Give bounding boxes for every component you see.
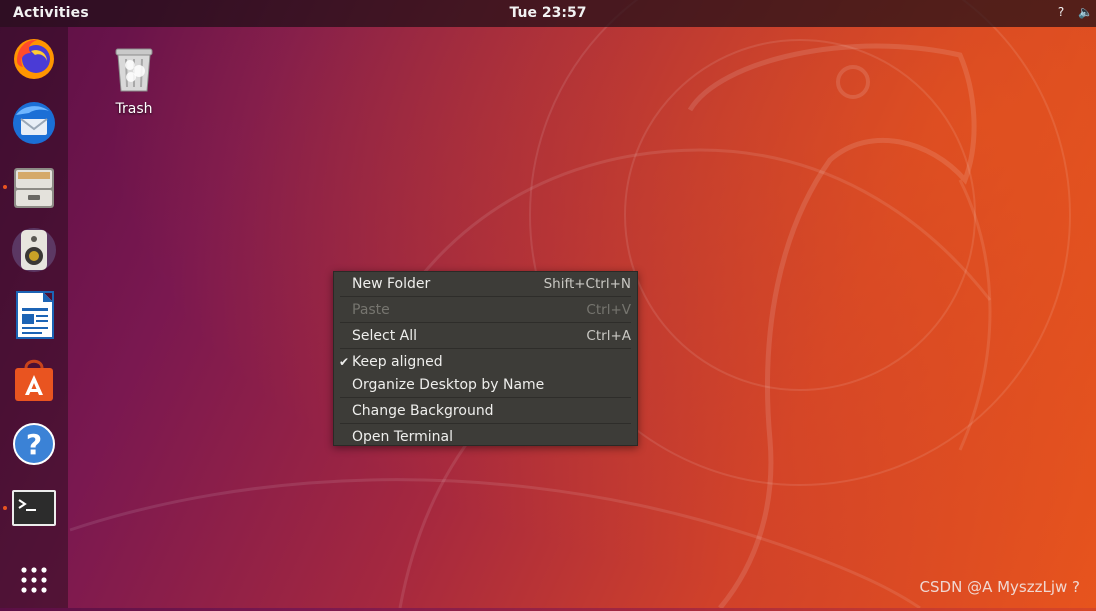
menu-item-new-folder[interactable]: New Folder Shift+Ctrl+N (334, 273, 637, 295)
menu-item-accelerator: Ctrl+A (586, 328, 631, 344)
menu-item-label: Open Terminal (352, 429, 454, 445)
clock[interactable]: Tue 23:57 (0, 5, 1096, 21)
firefox-icon (14, 39, 54, 79)
show-applications-button[interactable] (9, 557, 59, 607)
dock-item-help[interactable]: ? (9, 419, 59, 469)
menu-item-label: Paste (352, 302, 390, 318)
menu-item-label: Change Background (352, 403, 494, 419)
menu-item-organize-by-name[interactable]: Organize Desktop by Name (334, 374, 637, 396)
thunderbird-icon (13, 102, 55, 144)
menu-separator (340, 348, 631, 349)
dock-item-firefox[interactable] (9, 33, 59, 83)
menu-item-keep-aligned[interactable]: ✔ Keep aligned (334, 351, 637, 373)
menu-item-select-all[interactable]: Select All Ctrl+A (334, 325, 637, 347)
trash-label: Trash (115, 101, 153, 117)
desktop-icon-trash[interactable]: Trash (105, 45, 163, 117)
top-bar: Activities Tue 23:57 ? 🔈 (0, 0, 1096, 27)
menu-item-change-background[interactable]: Change Background (334, 400, 637, 422)
dock-item-files[interactable] (9, 162, 59, 212)
speaker-icon (12, 228, 56, 272)
dock-item-writer[interactable] (9, 290, 59, 340)
dock: ? (0, 27, 68, 608)
menu-item-paste: Paste Ctrl+V (334, 299, 637, 321)
menu-separator (340, 397, 631, 398)
menu-item-label: New Folder (352, 276, 431, 292)
shopping-bag-icon (15, 359, 53, 401)
system-tray[interactable]: ? 🔈 (1054, 5, 1093, 21)
menu-item-open-terminal[interactable]: Open Terminal (334, 426, 637, 448)
writer-document-icon (16, 291, 54, 339)
svg-text:?: ? (26, 428, 42, 461)
app-grid-icon (21, 567, 47, 593)
desktop-context-menu: New Folder Shift+Ctrl+N Paste Ctrl+V Sel… (333, 271, 638, 446)
menu-item-label: Organize Desktop by Name (352, 377, 545, 393)
menu-item-label: Select All (352, 328, 417, 344)
running-indicator-files (3, 185, 7, 189)
terminal-icon (12, 490, 56, 526)
dock-item-terminal[interactable] (9, 484, 59, 534)
trash-icon (115, 48, 153, 92)
menu-item-accelerator: Ctrl+V (586, 302, 631, 318)
dock-item-rhythmbox[interactable] (9, 225, 59, 275)
network-question-icon[interactable]: ? (1054, 5, 1068, 21)
running-indicator-terminal (3, 506, 7, 510)
help-icon: ? (13, 423, 55, 465)
menu-item-accelerator: Shift+Ctrl+N (543, 276, 631, 292)
menu-separator (340, 423, 631, 424)
checkmark-icon: ✔ (339, 355, 350, 369)
dock-item-thunderbird[interactable] (9, 97, 59, 147)
dock-item-ubuntu-software[interactable] (9, 355, 59, 405)
file-cabinet-icon (14, 168, 54, 208)
menu-separator (340, 322, 631, 323)
menu-separator (340, 296, 631, 297)
menu-item-label: Keep aligned (352, 354, 443, 370)
watermark: CSDN @A MyszzLjw ? (919, 578, 1080, 596)
volume-icon[interactable]: 🔈 (1078, 5, 1093, 21)
